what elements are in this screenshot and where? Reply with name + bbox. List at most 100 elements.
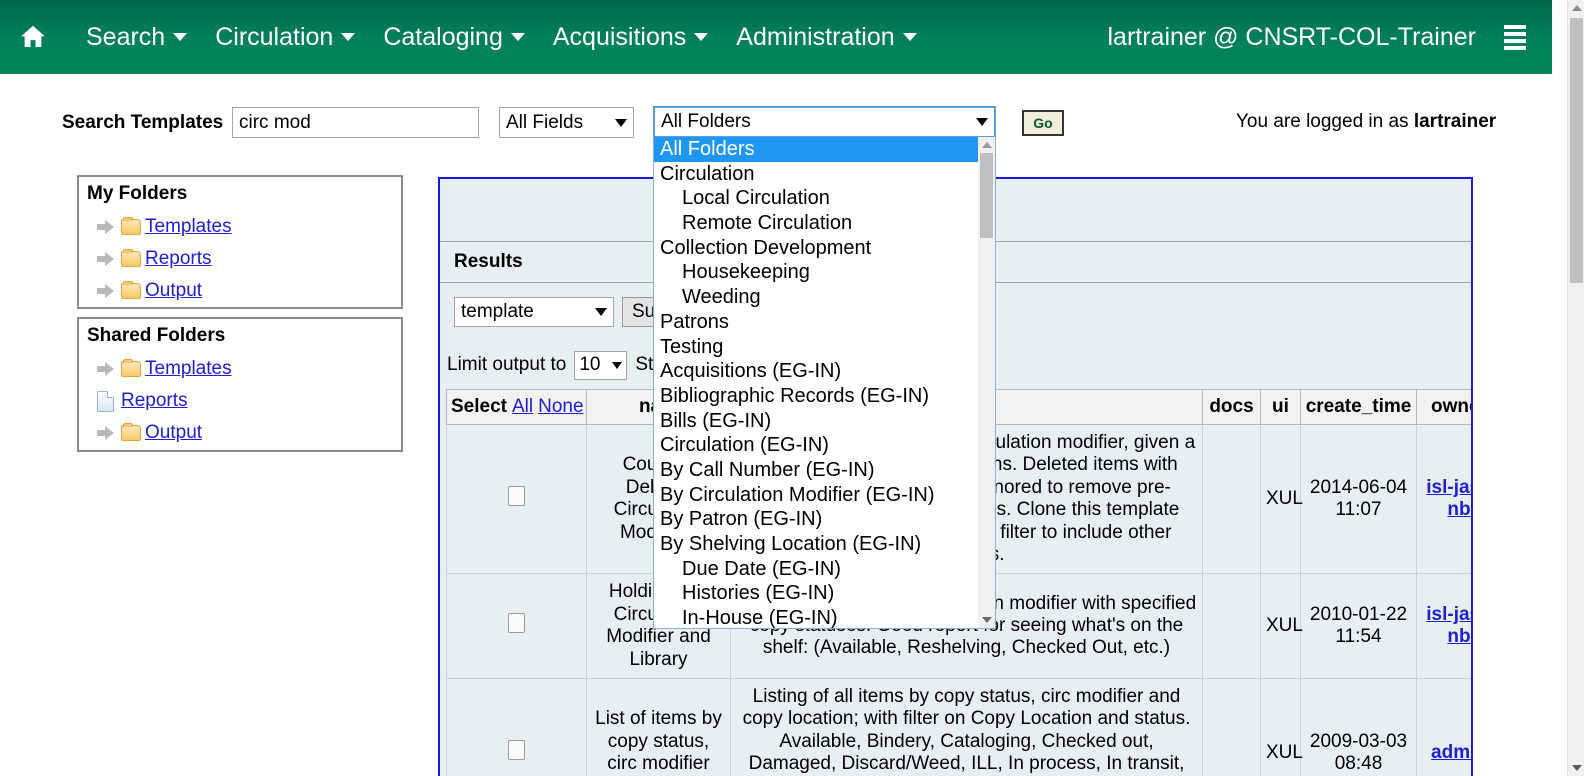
row-create-time: 2014-06-04 11:07 <box>1300 423 1417 575</box>
owner-link[interactable]: isl-jasonb <box>1426 477 1471 520</box>
limit-output-select[interactable]: 10 <box>574 350 628 380</box>
expand-arrow-icon[interactable] <box>97 284 115 298</box>
folder-option[interactable]: Remote Circulation <box>654 211 978 236</box>
expand-arrow-icon[interactable] <box>97 252 115 266</box>
folder-option[interactable]: By Circulation Modifier (EG-IN) <box>654 483 978 508</box>
folder-icon <box>121 423 141 441</box>
my-folders-item-label[interactable]: Reports <box>145 248 212 270</box>
page-vertical-scrollbar[interactable] <box>1567 0 1584 776</box>
chevron-down-icon <box>615 118 627 127</box>
folder-icon <box>121 249 141 267</box>
nav-item-label: Circulation <box>215 22 334 51</box>
dropdown-scroll-thumb[interactable] <box>980 153 993 238</box>
search-input[interactable] <box>232 107 479 138</box>
shared-folders-item-output[interactable]: Output <box>87 417 393 449</box>
folder-option[interactable]: By Call Number (EG-IN) <box>654 458 978 483</box>
row-docs <box>1202 423 1261 575</box>
shared-folders-item-reports[interactable]: Reports <box>87 385 393 417</box>
row-select-cell <box>446 678 587 776</box>
chevron-down-icon <box>976 118 988 126</box>
home-icon[interactable] <box>16 17 50 57</box>
folder-option[interactable]: Patrons <box>654 310 978 335</box>
login-status-prefix: You are logged in as <box>1236 111 1414 132</box>
nav-item-label: Administration <box>736 22 895 51</box>
row-owner: admin <box>1416 678 1471 776</box>
shared-folders-item-label[interactable]: Output <box>145 422 202 444</box>
top-navigation-bar: Search Circulation Cataloging Acquisitio… <box>0 0 1552 74</box>
folder-option[interactable]: By Patron (EG-IN) <box>654 507 978 532</box>
nav-item-search[interactable]: Search <box>72 17 201 58</box>
nav-item-label: Acquisitions <box>552 22 687 51</box>
row-checkbox[interactable] <box>508 613 525 634</box>
row-ui: XUL <box>1260 423 1303 575</box>
my-folders-item-label[interactable]: Output <box>145 280 202 302</box>
folder-option[interactable]: Testing <box>654 335 978 360</box>
folder-option[interactable]: Circulation (EG-IN) <box>654 433 978 458</box>
shared-folders-item-label[interactable]: Reports <box>121 390 188 412</box>
folder-option[interactable]: Due Date (EG-IN) <box>654 557 978 582</box>
nav-item-cataloging[interactable]: Cataloging <box>369 17 539 58</box>
folder-option[interactable]: All Folders <box>654 137 978 162</box>
owner-link[interactable]: isl-jasonb <box>1426 604 1471 647</box>
expand-arrow-icon[interactable] <box>97 426 115 440</box>
row-checkbox[interactable] <box>508 486 525 507</box>
select-none-link[interactable]: None <box>538 396 583 417</box>
folder-option[interactable]: In-House (EG-IN) <box>654 606 978 628</box>
row-select-cell <box>446 423 587 575</box>
folder-option[interactable]: Acquisitions (EG-IN) <box>654 359 978 384</box>
folder-option[interactable]: Histories (EG-IN) <box>654 581 978 606</box>
row-checkbox[interactable] <box>508 740 525 761</box>
folder-option[interactable]: Collection Development <box>654 236 978 261</box>
table-row[interactable]: List of items by copy status, circ modif… <box>446 678 1471 776</box>
chevron-down-icon <box>341 33 356 41</box>
search-templates-label: Search Templates <box>62 112 224 133</box>
dropdown-scrollbar[interactable] <box>978 137 995 628</box>
my-folders-title: My Folders <box>87 183 188 204</box>
template-type-select[interactable]: template <box>454 297 614 327</box>
limit-output-label: Limit output to <box>447 354 567 375</box>
nav-item-label: Search <box>86 22 166 51</box>
column-header-select: Select All None <box>446 389 587 425</box>
scroll-up-arrow-icon[interactable] <box>982 142 992 148</box>
expand-arrow-icon[interactable] <box>97 220 115 234</box>
go-button[interactable]: Go <box>1022 110 1064 136</box>
row-docs <box>1202 573 1261 680</box>
my-folders-item-reports[interactable]: Reports <box>87 243 393 275</box>
shared-folders-item-label[interactable]: Templates <box>145 358 232 380</box>
folder-option[interactable]: Housekeeping <box>654 260 978 285</box>
folder-option-list: All Folders Circulation Local Circulation R… <box>654 137 978 628</box>
expand-arrow-icon[interactable] <box>97 362 115 376</box>
page-scroll-thumb[interactable] <box>1570 18 1583 283</box>
owner-link[interactable]: admin <box>1431 742 1471 763</box>
my-folders-panel: My Folders Templates Reports Output <box>77 175 403 309</box>
row-name: List of items by copy status, circ modif… <box>586 678 731 776</box>
folder-option[interactable]: Bills (EG-IN) <box>654 409 978 434</box>
nav-item-circulation[interactable]: Circulation <box>201 17 369 58</box>
my-folders-item-templates[interactable]: Templates <box>87 211 393 243</box>
list-menu-icon[interactable] <box>1504 24 1526 50</box>
folder-option[interactable]: Local Circulation <box>654 186 978 211</box>
nav-item-administration[interactable]: Administration <box>722 17 930 58</box>
folder-icon <box>121 281 141 299</box>
folder-select[interactable]: All Folders <box>653 106 996 138</box>
folder-option[interactable]: By Shelving Location (EG-IN) <box>654 532 978 557</box>
folder-option[interactable]: Circulation <box>654 162 978 187</box>
select-all-link[interactable]: All <box>512 396 533 417</box>
results-title: Results <box>454 251 523 272</box>
search-field-select-value: All Fields <box>506 111 584 133</box>
search-field-select[interactable]: All Fields <box>499 107 634 138</box>
scroll-up-arrow-icon[interactable] <box>1572 5 1582 11</box>
folder-icon <box>121 217 141 235</box>
limit-output-value: 10 <box>579 354 601 375</box>
folder-select-value: All Folders <box>661 111 751 132</box>
folder-option[interactable]: Weeding <box>654 285 978 310</box>
scroll-down-arrow-icon[interactable] <box>1572 765 1582 771</box>
nav-item-acquisitions[interactable]: Acquisitions <box>539 17 722 58</box>
chevron-down-icon <box>694 33 709 41</box>
my-folders-item-label[interactable]: Templates <box>145 216 232 238</box>
my-folders-item-output[interactable]: Output <box>87 275 393 307</box>
scroll-down-arrow-icon[interactable] <box>982 617 992 623</box>
folder-option[interactable]: Bibliographic Records (EG-IN) <box>654 384 978 409</box>
folder-select-dropdown[interactable]: All Folders Circulation Local Circulation R… <box>653 137 996 629</box>
shared-folders-item-templates[interactable]: Templates <box>87 353 393 385</box>
